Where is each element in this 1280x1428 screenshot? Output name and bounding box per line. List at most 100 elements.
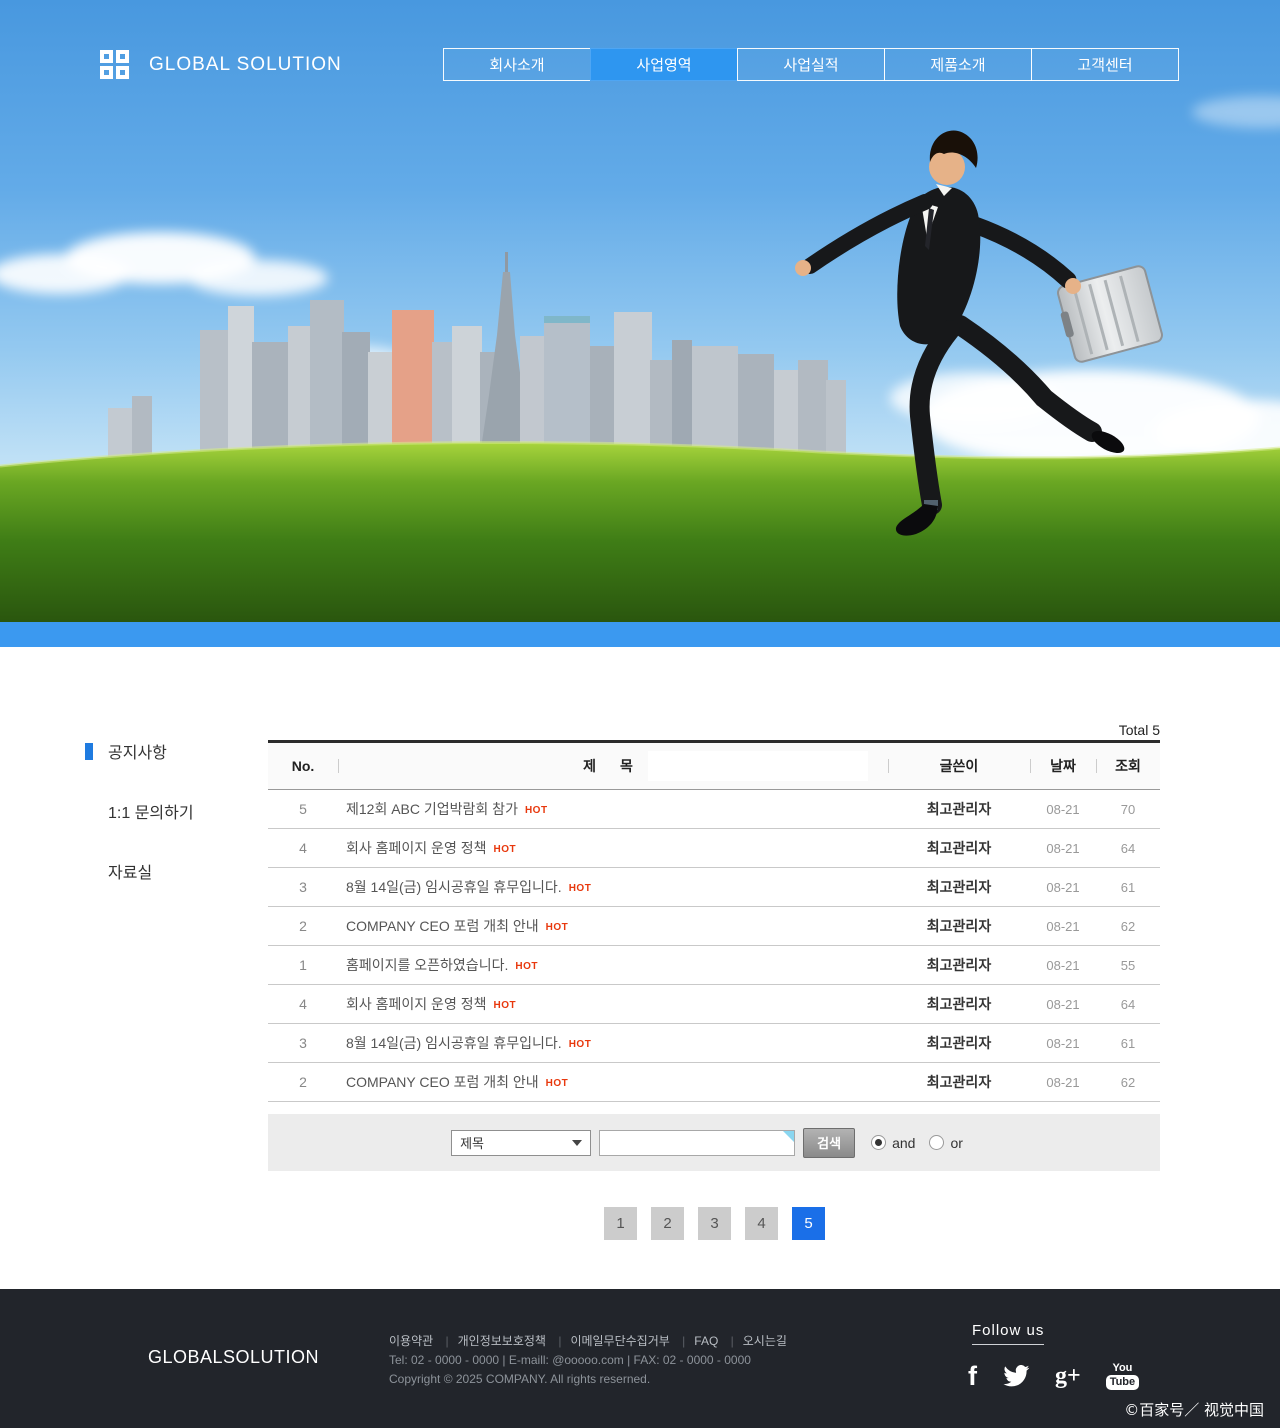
watermark: ©百家号／ 视觉中国 bbox=[1124, 1399, 1264, 1420]
radio-or-label: or bbox=[950, 1135, 962, 1151]
table-row[interactable]: 4 회사 홈페이지 운영 정책HOT 최고관리자 08-21 64 bbox=[268, 985, 1160, 1024]
page-button[interactable]: 2 bbox=[651, 1207, 684, 1240]
nav-item-label: 제품소개 bbox=[930, 54, 985, 75]
youtube-icon[interactable]: You Tube bbox=[1106, 1363, 1139, 1390]
row-title[interactable]: 8월 14일(금) 임시공휴일 휴무입니다.HOT bbox=[338, 877, 888, 897]
page-button[interactable]: 1 bbox=[604, 1207, 637, 1240]
row-title[interactable]: 제12회 ABC 기업박람회 참가HOT bbox=[338, 799, 888, 819]
nav-item[interactable]: 사업영역 bbox=[590, 48, 738, 81]
search-button[interactable]: 검색 bbox=[803, 1128, 855, 1158]
sidebar-item[interactable]: 공지사항 bbox=[85, 740, 255, 762]
row-date: 08-21 bbox=[1030, 1075, 1096, 1090]
row-title[interactable]: 회사 홈페이지 운영 정책 HOT bbox=[338, 838, 888, 858]
footer-link[interactable]: 개인정보보호정책 bbox=[437, 1334, 546, 1348]
grass-field bbox=[0, 443, 1280, 622]
search-field-value: 제목 bbox=[460, 1133, 484, 1152]
page-button[interactable]: 4 bbox=[745, 1207, 778, 1240]
table-row[interactable]: 2 COMPANY CEO 포럼 개최 안내HOT 최고관리자 08-21 62 bbox=[268, 1063, 1160, 1102]
hot-badge: HOT bbox=[515, 961, 538, 972]
nav-item[interactable]: 고객센터 bbox=[1031, 48, 1179, 81]
row-writer: 최고관리자 bbox=[888, 1072, 1030, 1092]
footer-link[interactable]: 오시는길 bbox=[722, 1334, 787, 1348]
sidebar-item[interactable]: 자료실 bbox=[85, 860, 255, 882]
sidebar-item-label: 공지사항 bbox=[108, 739, 167, 763]
table-row[interactable]: 4 회사 홈페이지 운영 정책HOT 최고관리자 08-21 64 bbox=[268, 829, 1160, 868]
row-views: 62 bbox=[1096, 919, 1160, 934]
active-marker bbox=[85, 743, 93, 760]
footer-link[interactable]: 이메일무단수집거부 bbox=[549, 1334, 670, 1348]
row-number: 3 bbox=[268, 1035, 338, 1051]
row-number: 3 bbox=[268, 879, 338, 895]
col-date: 날짜 bbox=[1030, 756, 1096, 776]
footer-info: 이용약관 개인정보보호정책 이메일무단수집거부 FAQ 오시는길 Tel: 02… bbox=[389, 1333, 787, 1388]
hot-badge: HOT bbox=[569, 1039, 592, 1050]
row-title[interactable]: 회사 홈페이지 운영 정책HOT bbox=[338, 994, 888, 1014]
search-input[interactable] bbox=[599, 1130, 795, 1156]
page-button[interactable]: 3 bbox=[698, 1207, 731, 1240]
facebook-icon[interactable]: f bbox=[968, 1361, 977, 1392]
row-number: 2 bbox=[268, 918, 338, 934]
row-views: 64 bbox=[1096, 997, 1160, 1012]
blue-divider bbox=[0, 622, 1280, 647]
youtube-icon-top: You bbox=[1112, 1363, 1132, 1374]
nav-item-label: 회사소개 bbox=[489, 54, 544, 75]
row-views: 62 bbox=[1096, 1075, 1160, 1090]
row-date: 08-21 bbox=[1030, 1036, 1096, 1051]
hot-badge: HOT bbox=[546, 1078, 569, 1089]
table-row[interactable]: 2 COMPANY CEO 포럼 개최 안내HOT 최고관리자 08-21 62 bbox=[268, 907, 1160, 946]
nav-item[interactable]: 회사소개 bbox=[443, 48, 591, 81]
table-row[interactable]: 3 8월 14일(금) 임시공휴일 휴무입니다.HOT 최고관리자 08-21 … bbox=[268, 1024, 1160, 1063]
hot-badge: HOT bbox=[546, 922, 569, 933]
page: GLOBAL SOLUTION 회사소개 사업영역 사업실적 제품소개 bbox=[0, 0, 1280, 1428]
logo-grid-icon bbox=[100, 50, 129, 79]
footer-logo: GLOBALSOLUTION bbox=[148, 1347, 319, 1368]
row-date: 08-21 bbox=[1030, 958, 1096, 973]
twitter-icon[interactable] bbox=[1002, 1365, 1030, 1388]
row-views: 55 bbox=[1096, 958, 1160, 973]
row-writer: 최고관리자 bbox=[888, 799, 1030, 819]
footer-link[interactable]: 이용약관 bbox=[389, 1334, 433, 1348]
row-number: 2 bbox=[268, 1074, 338, 1090]
hot-badge: HOT bbox=[493, 1000, 516, 1011]
radio-and[interactable] bbox=[871, 1135, 886, 1150]
row-number: 4 bbox=[268, 996, 338, 1012]
row-title[interactable]: 8월 14일(금) 임시공휴일 휴무입니다.HOT bbox=[338, 1033, 888, 1053]
col-writer: 글쓴이 bbox=[888, 756, 1030, 776]
follow-us-label[interactable]: Follow us bbox=[972, 1322, 1044, 1345]
hot-badge: HOT bbox=[569, 883, 592, 894]
row-number: 5 bbox=[268, 801, 338, 817]
nav-item[interactable]: 사업실적 bbox=[737, 48, 885, 81]
hot-badge: HOT bbox=[493, 844, 516, 855]
column-divider bbox=[338, 759, 339, 773]
site-logo[interactable]: GLOBAL SOLUTION bbox=[100, 50, 342, 79]
nav-item-label: 사업실적 bbox=[783, 54, 838, 75]
hero-image: GLOBAL SOLUTION 회사소개 사업영역 사업실적 제품소개 bbox=[0, 0, 1280, 622]
footer-link[interactable]: FAQ bbox=[673, 1334, 718, 1348]
header-inline-input[interactable] bbox=[648, 751, 868, 781]
row-title[interactable]: 홈페이지를 오픈하였습니다.HOT bbox=[338, 955, 888, 975]
googleplus-icon[interactable]: g+ bbox=[1055, 1363, 1081, 1390]
column-divider bbox=[1096, 759, 1097, 773]
row-date: 08-21 bbox=[1030, 841, 1096, 856]
table-row[interactable]: 1 홈페이지를 오픈하였습니다.HOT 최고관리자 08-21 55 bbox=[268, 946, 1160, 985]
search-field-select[interactable]: 제목 bbox=[451, 1130, 591, 1156]
row-title[interactable]: COMPANY CEO 포럼 개최 안내HOT bbox=[338, 1072, 888, 1092]
radio-or[interactable] bbox=[929, 1135, 944, 1150]
chevron-down-icon bbox=[572, 1140, 582, 1146]
col-views: 조회 bbox=[1096, 756, 1160, 776]
table-row[interactable]: 5 제12회 ABC 기업박람회 참가HOT 최고관리자 08-21 70 bbox=[268, 790, 1160, 829]
table-row[interactable]: 3 8월 14일(금) 임시공휴일 휴무입니다.HOT 최고관리자 08-21 … bbox=[268, 868, 1160, 907]
row-title-text: 회사 홈페이지 운영 정책 bbox=[346, 840, 486, 856]
nav-item-label: 사업영역 bbox=[636, 54, 691, 75]
row-number: 1 bbox=[268, 957, 338, 973]
row-date: 08-21 bbox=[1030, 802, 1096, 817]
row-title[interactable]: COMPANY CEO 포럼 개최 안내HOT bbox=[338, 916, 888, 936]
footer-contact: Tel: 02 - 0000 - 0000 | E-maill: @ooooo.… bbox=[389, 1352, 787, 1369]
nav-item[interactable]: 제품소개 bbox=[884, 48, 1032, 81]
row-writer: 최고관리자 bbox=[888, 994, 1030, 1014]
page-button[interactable]: 5 bbox=[792, 1207, 825, 1240]
footer-copyright: Copyright © 2025 COMPANY. All rights res… bbox=[389, 1371, 787, 1388]
row-writer: 최고관리자 bbox=[888, 1033, 1030, 1053]
column-divider bbox=[888, 759, 889, 773]
sidebar-item[interactable]: 1:1 문의하기 bbox=[85, 800, 255, 822]
